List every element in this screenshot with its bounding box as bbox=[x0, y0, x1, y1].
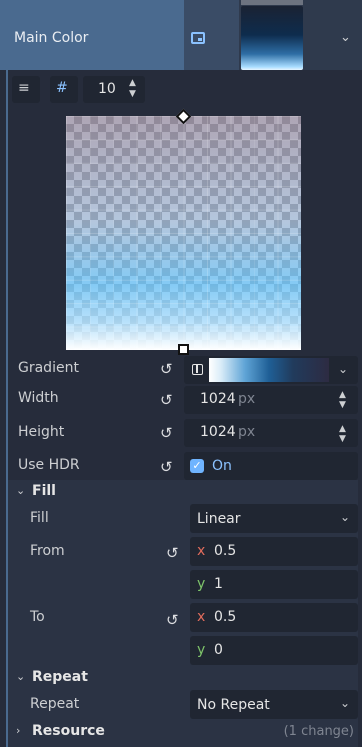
editor-grid bbox=[66, 116, 301, 350]
revert-icon[interactable]: ↺ bbox=[166, 611, 179, 629]
align-button[interactable]: ≡ bbox=[12, 76, 40, 103]
to-y-value: 0 bbox=[214, 642, 223, 658]
chevron-down-icon[interactable]: ⌄ bbox=[338, 362, 348, 376]
gradient-label: Gradient bbox=[18, 360, 79, 376]
fill-label: Fill bbox=[30, 510, 49, 526]
fill-section-title: Fill bbox=[32, 483, 56, 499]
chevron-down-icon: ⌄ bbox=[16, 670, 26, 683]
repeat-value: No Repeat bbox=[197, 697, 270, 713]
to-y-axis-label: y bbox=[197, 642, 206, 658]
revert-icon[interactable]: ↺ bbox=[160, 458, 173, 476]
to-x-value: 0.5 bbox=[214, 609, 237, 625]
texture-icon bbox=[191, 32, 205, 44]
from-x-axis-label: x bbox=[197, 543, 206, 559]
grid-snap-button[interactable]: # bbox=[50, 76, 78, 103]
spin-arrows-icon[interactable]: ▲ ▼ bbox=[339, 424, 346, 444]
chevron-right-icon: › bbox=[16, 724, 21, 737]
from-label: From bbox=[30, 543, 65, 559]
chevron-down-icon: ⌄ bbox=[340, 696, 351, 710]
height-value: 1024 bbox=[200, 424, 236, 440]
revert-icon[interactable]: ↺ bbox=[160, 360, 173, 378]
chevron-down-icon: ⌄ bbox=[16, 484, 26, 497]
to-label: To bbox=[30, 609, 45, 625]
revert-icon[interactable]: ↺ bbox=[160, 391, 173, 409]
from-point-handle[interactable] bbox=[178, 344, 189, 355]
change-count: (1 change) bbox=[283, 724, 354, 739]
fill-value: Linear bbox=[197, 511, 241, 527]
width-value: 1024 bbox=[200, 391, 236, 407]
height-unit: px bbox=[238, 424, 256, 440]
gradient-preview-bar[interactable] bbox=[209, 358, 329, 382]
height-label: Height bbox=[18, 424, 65, 440]
resource-section-title: Resource bbox=[32, 723, 105, 739]
repeat-section-header[interactable]: ⌄ Repeat bbox=[8, 666, 358, 690]
to-x-axis-label: x bbox=[197, 609, 206, 625]
spin-arrows-icon[interactable]: ▲ ▼ bbox=[129, 78, 136, 100]
snap-value: 10 bbox=[98, 81, 116, 97]
from-x-value: 0.5 bbox=[214, 543, 237, 559]
use-hdr-value: On bbox=[212, 458, 232, 474]
chevron-down-icon: ⌄ bbox=[340, 510, 351, 524]
fill-section-header[interactable]: ⌄ Fill bbox=[8, 480, 358, 504]
use-hdr-label: Use HDR bbox=[18, 457, 80, 473]
main-color-property-label[interactable]: Main Color bbox=[0, 0, 184, 70]
gradient-texture-preview[interactable] bbox=[241, 0, 303, 70]
width-unit: px bbox=[238, 391, 256, 407]
repeat-section-title: Repeat bbox=[32, 669, 88, 685]
from-y-value: 1 bbox=[214, 576, 223, 592]
header-title: Main Color bbox=[14, 30, 89, 46]
repeat-label: Repeat bbox=[30, 696, 80, 712]
snap-step-spinbox[interactable]: 10 ▲ ▼ bbox=[83, 76, 145, 103]
spin-arrows-icon[interactable]: ▲ ▼ bbox=[339, 390, 346, 410]
chevron-down-icon[interactable]: ⌄ bbox=[340, 30, 351, 45]
width-label: Width bbox=[18, 390, 59, 406]
revert-icon[interactable]: ↺ bbox=[160, 424, 173, 442]
revert-icon[interactable]: ↺ bbox=[166, 544, 179, 562]
checkbox-checked-icon[interactable]: ✓ bbox=[190, 459, 204, 473]
from-y-axis-label: y bbox=[197, 576, 206, 592]
grid-snap-icon: # bbox=[56, 80, 68, 96]
use-hdr-toggle[interactable] bbox=[184, 452, 358, 480]
align-icon: ≡ bbox=[18, 80, 30, 96]
gradient-icon bbox=[192, 364, 203, 375]
